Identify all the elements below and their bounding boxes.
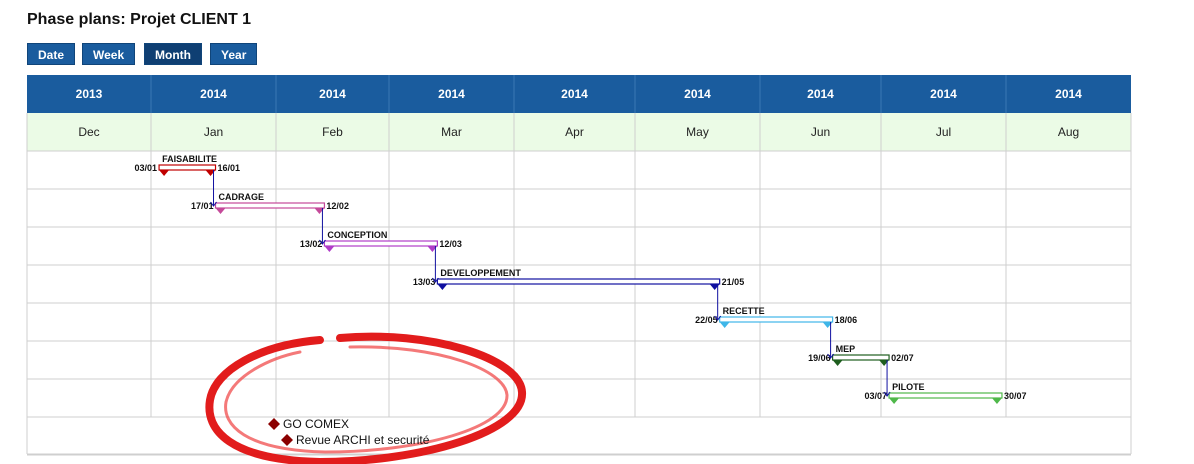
milestone-diamond-icon [268, 418, 280, 430]
year-label: 2014 [319, 87, 346, 101]
view-button-month[interactable]: Month [144, 43, 202, 65]
task-start-date: 13/03 [413, 277, 436, 287]
task-end-marker [991, 398, 1002, 404]
task-start-marker [215, 208, 226, 214]
task-name: DEVELOPPEMENT [440, 268, 521, 278]
task-name: RECETTE [723, 306, 765, 316]
month-label: Dec [78, 125, 99, 139]
task-bar[interactable] [888, 392, 1003, 399]
task-end-date: 02/07 [891, 353, 914, 363]
task-start-date: 13/02 [300, 239, 323, 249]
task-end-date: 12/02 [326, 201, 349, 211]
task-name: CONCEPTION [327, 230, 387, 240]
view-button-week[interactable]: Week [82, 43, 136, 65]
task-start-date: 03/07 [865, 391, 888, 401]
month-label: May [686, 125, 709, 139]
task-bars: FAISABILITE03/01 16/01CADRAGE17/01 12/02CO… [135, 154, 1027, 404]
month-label: Aug [1058, 125, 1079, 139]
legend-label: GO COMEX [283, 417, 349, 431]
task-start-marker [889, 398, 900, 404]
gantt-chart: 2013 2014 2014 2014 2014 2014 2014 2014 2014 Dec J… [26, 75, 1132, 464]
task-faisabilite[interactable]: FAISABILITE 03/01 16/01 [135, 154, 241, 176]
task-end-date: 16/01 [218, 163, 241, 173]
task-name: PILOTE [892, 382, 925, 392]
task-mep[interactable]: MEP 19/06 02/07 [808, 322, 914, 366]
month-label: Jun [811, 125, 830, 139]
task-end-date: 30/07 [1004, 391, 1027, 401]
task-start-date: 22/05 [695, 315, 718, 325]
year-label: 2014 [200, 87, 227, 101]
year-label: 2014 [438, 87, 465, 101]
legend-item: Revue ARCHI et securité [281, 433, 430, 447]
task-pilote[interactable]: PILOTE 03/07 30/07 [865, 360, 1027, 404]
task-bar[interactable] [158, 164, 217, 171]
task-cadrage[interactable]: CADRAGE 17/01 12/02 [191, 170, 349, 214]
year-label: 2014 [930, 87, 957, 101]
month-label: Mar [441, 125, 462, 139]
task-recette[interactable]: RECETTE 22/05 18/06 [695, 284, 857, 328]
task-bar[interactable] [831, 354, 890, 361]
view-button-year[interactable]: Year [210, 43, 258, 65]
legend-item: GO COMEX [268, 417, 349, 431]
milestone-diamond-icon [281, 434, 293, 446]
task-start-marker [159, 170, 170, 176]
view-button-date[interactable]: Date [27, 43, 76, 65]
legend-label: Revue ARCHI et securité [296, 433, 430, 447]
task-bar[interactable] [214, 202, 326, 209]
task-start-date: 19/06 [808, 353, 831, 363]
month-label: Apr [565, 125, 584, 139]
page-title: Phase plans: Projet CLIENT 1 [27, 11, 252, 28]
task-start-marker [832, 360, 843, 366]
year-label: 2014 [1055, 87, 1082, 101]
month-label: Jan [204, 125, 223, 139]
month-label: Feb [322, 125, 343, 139]
task-start-marker [437, 284, 448, 290]
task-bar[interactable] [436, 278, 721, 285]
task-bar[interactable] [323, 240, 438, 247]
year-label: 2014 [561, 87, 588, 101]
task-conception[interactable]: CONCEPTION 13/02 12/03 [300, 208, 462, 252]
task-developpement[interactable]: DEVELOPPEMENT 13/03 21/05 [413, 246, 744, 290]
task-name: CADRAGE [219, 192, 265, 202]
task-start-marker [324, 246, 335, 252]
task-end-date: 18/06 [835, 315, 858, 325]
year-label: 2014 [684, 87, 711, 101]
year-label: 2014 [807, 87, 834, 101]
milestone-legend: GO COMEX Revue ARCHI et securité [268, 417, 430, 447]
task-name: FAISABILITE [162, 154, 217, 164]
task-end-date: 12/03 [439, 239, 462, 249]
task-start-marker [719, 322, 730, 328]
task-bar[interactable] [719, 316, 834, 323]
task-start-date: 17/01 [191, 201, 214, 211]
month-label: Jul [936, 125, 951, 139]
task-start-date: 03/01 [135, 163, 158, 173]
task-name: MEP [836, 344, 856, 354]
task-end-date: 21/05 [722, 277, 745, 287]
year-label: 2013 [76, 87, 103, 101]
